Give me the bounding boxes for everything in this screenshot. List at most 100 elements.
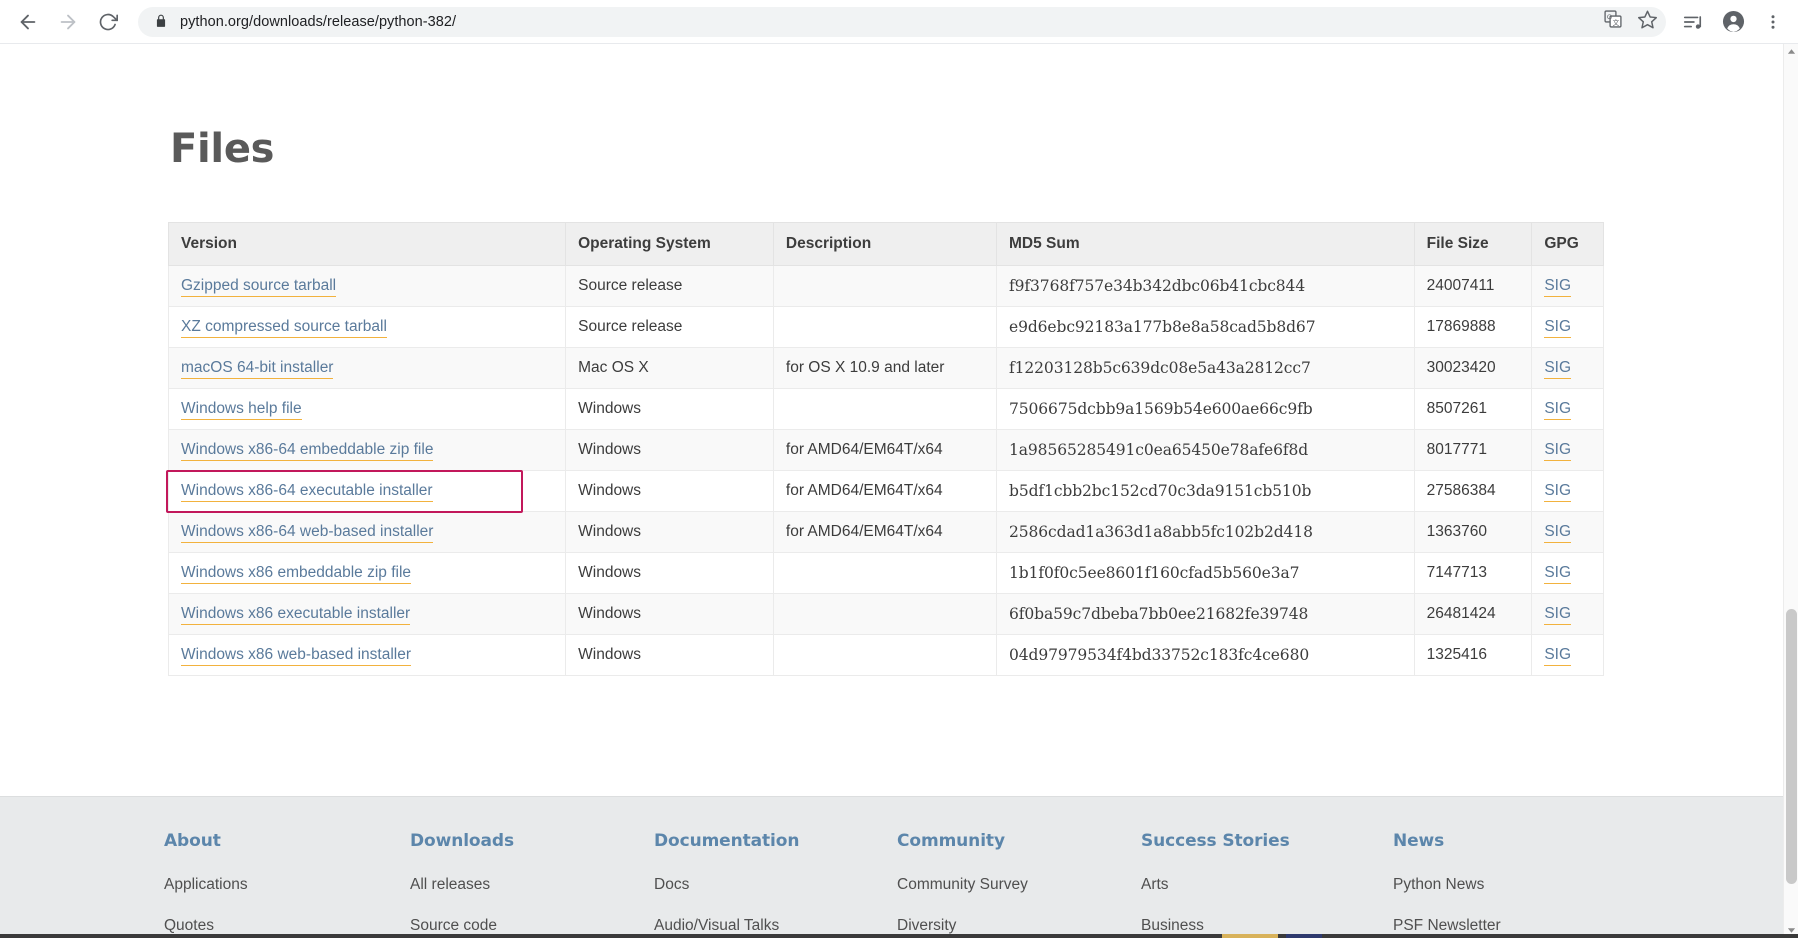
cell-version: Gzipped source tarball	[167, 265, 567, 307]
gpg-sig-link[interactable]: SIG	[1544, 482, 1572, 502]
cell-file-size: 17869888	[1413, 306, 1533, 348]
footer-heading[interactable]: Community	[897, 831, 1141, 851]
footer-heading[interactable]: About	[164, 831, 410, 851]
column-header-filesize[interactable]: File Size	[1413, 222, 1533, 266]
table-row: Windows x86 executable installer Windows 6…	[167, 593, 1604, 635]
svg-text:文: 文	[1613, 18, 1620, 27]
file-download-link[interactable]: Windows x86 executable installer	[181, 605, 411, 625]
table-row: Windows x86 web-based installer Windows 04…	[167, 634, 1604, 676]
column-header-version[interactable]: Version	[167, 222, 567, 266]
cell-md5-sum: 04d97979534f4bd33752c183fc4ce680	[996, 634, 1415, 676]
footer-link[interactable]: Arts	[1141, 876, 1393, 894]
back-button[interactable]	[10, 4, 46, 40]
table-row: Gzipped source tarball Source release f9f3…	[167, 265, 1604, 307]
column-header-gpg[interactable]: GPG	[1531, 222, 1604, 266]
cell-version: Windows help file	[167, 388, 567, 430]
table-row: Windows help file Windows 7506675dcbb9a156…	[167, 388, 1604, 430]
column-header-md5[interactable]: MD5 Sum	[996, 222, 1415, 266]
cell-operating-system: Windows	[565, 429, 774, 471]
footer-link[interactable]: Python News	[1393, 876, 1623, 894]
cell-file-size: 1325416	[1413, 634, 1533, 676]
footer-link[interactable]: Diversity	[897, 917, 1141, 935]
cell-md5-sum: f12203128b5c639dc08e5a43a2812cc7	[996, 347, 1415, 389]
cell-gpg: SIG	[1531, 388, 1604, 430]
footer-columns: AboutApplicationsQuotesGetting StartedDo…	[164, 831, 1664, 938]
cell-description: for AMD64/EM64T/x64	[772, 511, 998, 553]
cell-file-size: 24007411	[1413, 265, 1533, 307]
file-download-link[interactable]: XZ compressed source tarball	[181, 318, 387, 338]
footer-link[interactable]: Docs	[654, 876, 897, 894]
scrollbar-thumb[interactable]	[1786, 609, 1797, 884]
taskbar-icon-explorer[interactable]	[1222, 934, 1278, 938]
file-download-link[interactable]: macOS 64-bit installer	[181, 359, 334, 379]
footer-heading[interactable]: Success Stories	[1141, 831, 1393, 851]
reload-button[interactable]	[90, 4, 126, 40]
scroll-up-arrow-icon[interactable]	[1784, 44, 1798, 59]
file-download-link[interactable]: Gzipped source tarball	[181, 277, 337, 297]
svg-text:G: G	[1607, 14, 1612, 21]
file-download-link[interactable]: Windows x86-64 embeddable zip file	[181, 441, 434, 461]
file-download-link[interactable]: Windows x86-64 executable installer	[181, 482, 433, 502]
gpg-sig-link[interactable]: SIG	[1544, 523, 1572, 543]
cell-version: Windows x86-64 executable installer	[167, 470, 567, 512]
file-download-link[interactable]: Windows x86 web-based installer	[181, 646, 412, 666]
browser-toolbar: python.org/downloads/release/python-382/…	[0, 0, 1798, 44]
footer-link[interactable]: PSF Newsletter	[1393, 917, 1623, 935]
cell-file-size: 8507261	[1413, 388, 1533, 430]
table-row: XZ compressed source tarball Source relea…	[167, 306, 1604, 348]
footer-column: NewsPython NewsPSF NewsletterCommunity N…	[1393, 831, 1623, 938]
gpg-sig-link[interactable]: SIG	[1544, 605, 1572, 625]
translate-icon[interactable]: G 文	[1603, 9, 1623, 34]
footer-heading[interactable]: Documentation	[654, 831, 897, 851]
media-list-icon[interactable]	[1676, 5, 1710, 39]
cell-file-size: 26481424	[1413, 593, 1533, 635]
footer-heading[interactable]: Downloads	[410, 831, 654, 851]
browser-right-actions	[1676, 5, 1798, 39]
cell-file-size: 8017771	[1413, 429, 1533, 471]
file-download-link[interactable]: Windows x86-64 web-based installer	[181, 523, 434, 543]
account-avatar-icon[interactable]	[1716, 5, 1750, 39]
cell-description: for AMD64/EM64T/x64	[772, 470, 998, 512]
star-icon[interactable]	[1637, 9, 1658, 35]
cell-operating-system: Source release	[565, 265, 774, 307]
cell-gpg: SIG	[1531, 511, 1604, 553]
footer-link[interactable]: Business	[1141, 917, 1393, 935]
gpg-sig-link[interactable]: SIG	[1544, 318, 1572, 338]
footer-link[interactable]: Source code	[410, 917, 654, 935]
address-bar-url[interactable]: python.org/downloads/release/python-382/	[180, 14, 456, 30]
table-row: Windows x86 embeddable zip file Windows 1b…	[167, 552, 1604, 594]
taskbar-icon-app[interactable]	[1286, 934, 1322, 938]
footer-link[interactable]: Quotes	[164, 917, 410, 935]
page-title: Files	[170, 126, 275, 172]
footer-column: DownloadsAll releasesSource codeWindows	[410, 831, 654, 938]
cell-gpg: SIG	[1531, 306, 1604, 348]
cell-version: Windows x86 web-based installer	[167, 634, 567, 676]
footer-heading[interactable]: News	[1393, 831, 1623, 851]
footer-link[interactable]: Applications	[164, 876, 410, 894]
table-row: macOS 64-bit installer Mac OS Xfor OS X 1…	[167, 347, 1604, 389]
footer-link[interactable]: Audio/Visual Talks	[654, 917, 897, 935]
footer-link[interactable]: All releases	[410, 876, 654, 894]
column-header-os[interactable]: Operating System	[565, 222, 774, 266]
table-row: Windows x86-64 web-based installer Window…	[167, 511, 1604, 553]
file-download-link[interactable]: Windows x86 embeddable zip file	[181, 564, 412, 584]
file-download-link[interactable]: Windows help file	[181, 400, 302, 420]
footer-column: AboutApplicationsQuotesGetting Started	[164, 831, 410, 938]
page-scrollbar[interactable]	[1783, 44, 1798, 938]
forward-button[interactable]	[50, 4, 86, 40]
gpg-sig-link[interactable]: SIG	[1544, 646, 1572, 666]
gpg-sig-link[interactable]: SIG	[1544, 277, 1572, 297]
gpg-sig-link[interactable]: SIG	[1544, 441, 1572, 461]
footer-link[interactable]: Community Survey	[897, 876, 1141, 894]
cell-description: for OS X 10.9 and later	[772, 347, 998, 389]
cell-md5-sum: 2586cdad1a363d1a8abb5fc102b2d418	[996, 511, 1415, 553]
address-bar[interactable]: python.org/downloads/release/python-382/…	[138, 6, 1666, 37]
cell-gpg: SIG	[1531, 347, 1604, 389]
column-header-description[interactable]: Description	[772, 222, 998, 266]
gpg-sig-link[interactable]: SIG	[1544, 359, 1572, 379]
lock-icon	[154, 14, 170, 30]
gpg-sig-link[interactable]: SIG	[1544, 400, 1572, 420]
cell-version: Windows x86-64 embeddable zip file	[167, 429, 567, 471]
three-dot-menu-icon[interactable]	[1756, 5, 1790, 39]
gpg-sig-link[interactable]: SIG	[1544, 564, 1572, 584]
